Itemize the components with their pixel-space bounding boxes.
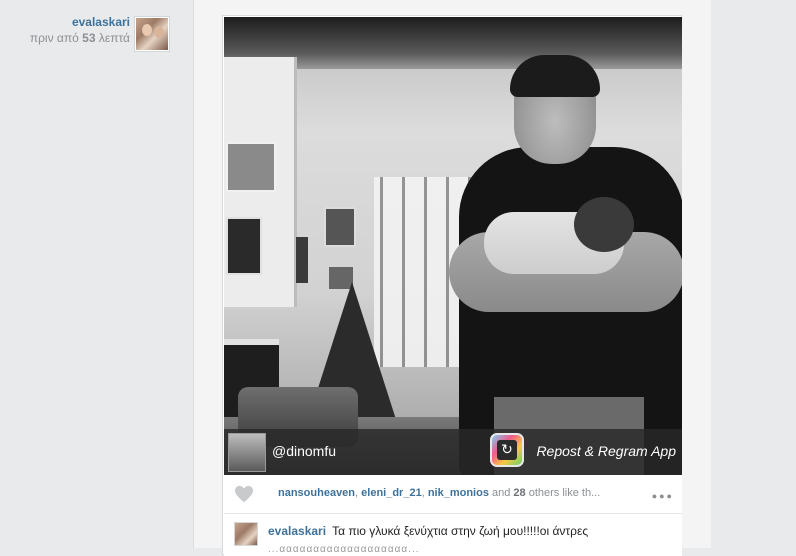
credit-handle: @dinomfu bbox=[272, 443, 337, 459]
repost-credit-bar: @dinomfu ↻ Repost & Regram App bbox=[224, 429, 682, 475]
time-suffix: λεπτά bbox=[95, 31, 130, 45]
post-photo[interactable]: @dinomfu ↻ Repost & Regram App bbox=[224, 17, 682, 475]
author-avatar[interactable] bbox=[134, 16, 170, 52]
comment-body-line2: ...ααααααααααααααααααα... bbox=[268, 544, 420, 555]
time-prefix: πριν από bbox=[29, 31, 83, 45]
others-count[interactable]: 28 bbox=[513, 487, 525, 499]
feed-column: @dinomfu ↻ Repost & Regram App nansouhea… bbox=[193, 0, 712, 556]
liker-link[interactable]: nansouheaven bbox=[278, 487, 355, 499]
repost-app-icon: ↻ bbox=[490, 433, 524, 467]
time-number: 53 bbox=[82, 31, 96, 45]
liker-link[interactable]: nik_monios bbox=[428, 487, 489, 499]
like-bar: nansouheaven, eleni_dr_21, nik_monios an… bbox=[224, 475, 682, 514]
likers-text: nansouheaven, eleni_dr_21, nik_monios an… bbox=[278, 487, 601, 499]
caption-comment: evalaskari Τα πιο γλυκά ξενύχτια στην ζωή… bbox=[224, 514, 682, 556]
post-author-link[interactable]: evalaskari bbox=[0, 14, 130, 30]
credit-app-name: Repost & Regram App bbox=[536, 443, 676, 459]
post-card: @dinomfu ↻ Repost & Regram App nansouhea… bbox=[222, 15, 682, 556]
comment-body: Τα πιο γλυκά ξενύχτια στην ζωή μου!!!!!ο… bbox=[332, 524, 589, 538]
post-meta: evalaskari πριν από 53 λεπτά bbox=[0, 14, 130, 46]
comment-text: evalaskari Τα πιο γλυκά ξενύχτια στην ζωή… bbox=[268, 524, 588, 538]
more-options-icon[interactable]: ●●● bbox=[652, 491, 674, 501]
credit-avatar bbox=[228, 433, 266, 472]
heart-icon[interactable] bbox=[234, 485, 254, 503]
comment-avatar[interactable] bbox=[234, 522, 258, 546]
post-time[interactable]: πριν από 53 λεπτά bbox=[0, 30, 130, 46]
comment-author-link[interactable]: evalaskari bbox=[268, 524, 326, 538]
right-gutter bbox=[711, 0, 796, 548]
liker-link[interactable]: eleni_dr_21 bbox=[361, 487, 422, 499]
